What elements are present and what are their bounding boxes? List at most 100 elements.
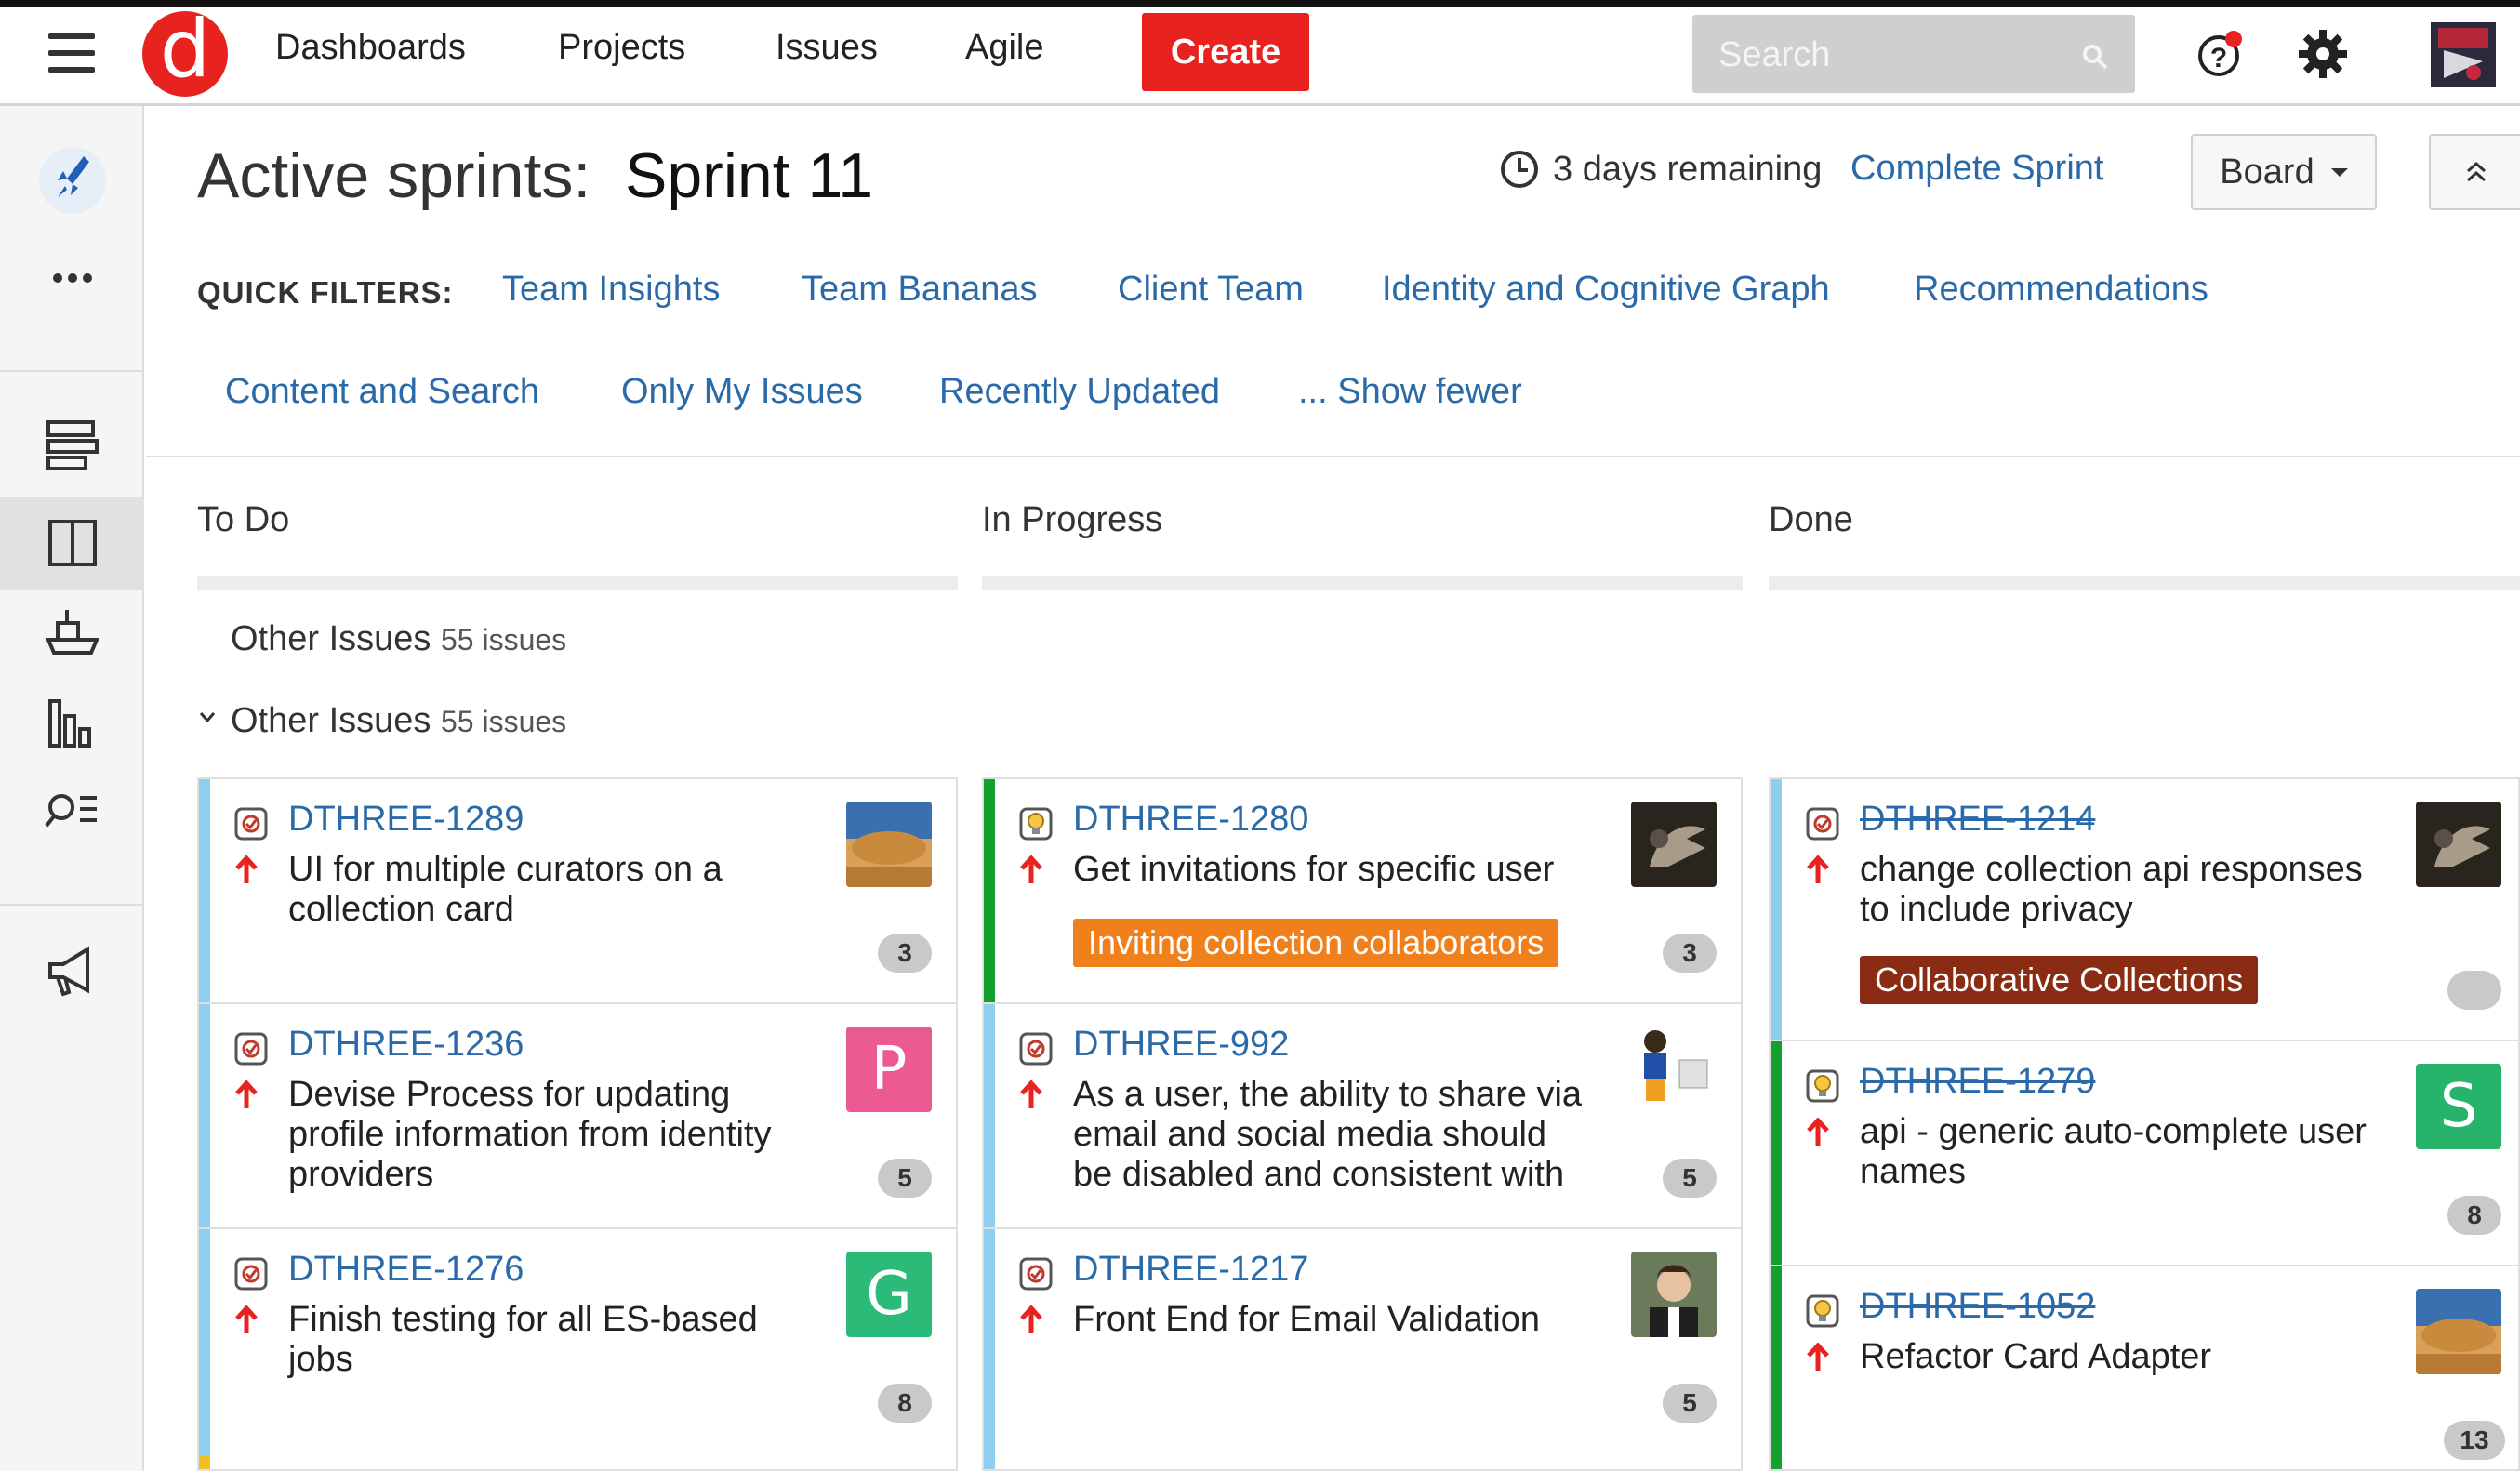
swimlane-name: Other Issues: [231, 701, 431, 740]
story-points-badge: 8: [2447, 1196, 2501, 1235]
issue-card[interactable]: DTHREE-1052 Refactor Card Adapter 13: [1769, 1265, 2520, 1471]
issue-key[interactable]: DTHREE-1279: [1860, 1062, 2095, 1102]
issue-key[interactable]: DTHREE-1052: [1860, 1287, 2095, 1327]
issue-card[interactable]: DTHREE-1217 Front End for Email Validati…: [982, 1227, 1743, 1471]
issue-card[interactable]: DTHREE-1279 api - generic auto-complete …: [1769, 1040, 2520, 1266]
board-icon[interactable]: [35, 510, 110, 576]
sprint-name: Sprint 11: [625, 140, 874, 211]
story-points-badge: 8: [878, 1384, 932, 1423]
epic-label[interactable]: Collaborative Collections: [1860, 956, 2259, 1004]
rocket-icon[interactable]: [35, 143, 110, 218]
chevron-down-icon[interactable]: [197, 707, 218, 727]
issue-key[interactable]: DTHREE-1280: [1073, 800, 1308, 840]
top-navigation-bar: d Dashboards Projects Issues Agile Creat…: [0, 7, 2520, 106]
quick-filter-content-search[interactable]: Content and Search: [225, 372, 539, 412]
issue-card[interactable]: DTHREE-1236 Devise Process for updating p…: [197, 1002, 958, 1229]
improvement-icon: [1806, 1069, 1839, 1103]
card-color-flag: [199, 1004, 210, 1227]
nav-issues[interactable]: Issues: [776, 28, 878, 68]
issues-search-icon[interactable]: [35, 777, 110, 842]
remaining-text: 3 days remaining: [1553, 149, 1823, 189]
quick-filter-recommendations[interactable]: Recommendations: [1914, 270, 2208, 310]
card-color-flag: [1771, 1041, 1782, 1265]
issue-card[interactable]: DTHREE-1289 UI for multiple curators on …: [197, 777, 958, 1004]
user-avatar[interactable]: [2431, 22, 2496, 87]
issue-key[interactable]: DTHREE-1236: [288, 1025, 524, 1065]
card-color-flag: [199, 1229, 210, 1469]
assignee-avatar: S: [2416, 1064, 2501, 1149]
story-points-badge: 5: [1663, 1384, 1717, 1423]
card-color-flag: [984, 779, 995, 1002]
issue-card[interactable]: DTHREE-1214 change collection api respon…: [1769, 777, 2520, 1041]
search-icon[interactable]: [2081, 43, 2109, 71]
backlog-icon[interactable]: [35, 413, 110, 478]
nav-projects[interactable]: Projects: [558, 28, 685, 68]
story-icon: [234, 1032, 268, 1066]
sidebar-divider: [0, 904, 144, 906]
column-header-done: Done: [1769, 500, 1853, 539]
search-input[interactable]: [1692, 15, 2092, 95]
improvement-icon: [1019, 807, 1053, 841]
issue-key[interactable]: DTHREE-1289: [288, 800, 524, 840]
issue-key[interactable]: DTHREE-1214: [1860, 800, 2095, 840]
quick-filter-client-team[interactable]: Client Team: [1118, 270, 1304, 310]
priority-up-icon: [1807, 855, 1829, 883]
issue-key[interactable]: DTHREE-1276: [288, 1250, 524, 1290]
issue-summary: Devise Process for updating profile infor…: [288, 1075, 772, 1194]
help-icon[interactable]: ?: [2196, 30, 2245, 78]
releases-icon[interactable]: [35, 599, 110, 664]
next-card-flag: [199, 1456, 210, 1469]
menu-icon[interactable]: [48, 33, 95, 74]
issue-summary: As a user, the ability to share via email…: [1073, 1075, 1583, 1194]
left-sidebar: [0, 106, 144, 1471]
priority-up-icon: [1020, 855, 1042, 883]
sidebar-divider: [0, 370, 144, 372]
quick-filter-team-insights[interactable]: Team Insights: [502, 270, 720, 310]
issue-key[interactable]: DTHREE-1217: [1073, 1250, 1308, 1290]
issue-summary: change collection api responses to includ…: [1860, 850, 2363, 929]
board-dropdown-button[interactable]: Board: [2191, 134, 2377, 210]
swimlane-header[interactable]: Other Issues 55 issues: [231, 701, 566, 741]
swimlane-name: Other Issues: [231, 619, 431, 658]
epic-label[interactable]: Inviting collection collaborators: [1073, 919, 1559, 967]
quick-filter-identity-cognitive-graph[interactable]: Identity and Cognitive Graph: [1382, 270, 1830, 310]
board-label: Board: [2220, 152, 2314, 192]
story-points-badge: 3: [878, 934, 932, 973]
story-points-badge: 5: [1663, 1159, 1717, 1198]
issue-card[interactable]: DTHREE-1280 Get invitations for specific…: [982, 777, 1743, 1004]
issue-summary: Finish testing for all ES-based jobs: [288, 1300, 758, 1379]
priority-up-icon: [1020, 1305, 1042, 1333]
create-button[interactable]: Create: [1142, 13, 1309, 91]
app-logo[interactable]: d: [142, 9, 228, 97]
assignee-avatar: [1631, 1023, 1717, 1108]
story-points-badge: [2447, 971, 2501, 1010]
gear-icon[interactable]: [2297, 28, 2349, 80]
search-box: [1692, 15, 2135, 95]
issue-key[interactable]: DTHREE-992: [1073, 1025, 1289, 1065]
double-chevron-up-icon: [2467, 161, 2486, 182]
nav-dashboards[interactable]: Dashboards: [275, 28, 466, 68]
nav-agile[interactable]: Agile: [965, 28, 1044, 68]
story-icon: [234, 1257, 268, 1291]
reports-icon[interactable]: [35, 690, 110, 755]
issue-card[interactable]: DTHREE-1276 Finish testing for all ES-ba…: [197, 1227, 958, 1471]
collapse-header-button[interactable]: [2429, 134, 2520, 210]
swimlane-header[interactable]: Other Issues 55 issues: [231, 619, 566, 659]
sprint-remaining: 3 days remaining: [1499, 149, 1822, 190]
complete-sprint-link[interactable]: Complete Sprint: [1850, 149, 2103, 189]
story-points-badge: 3: [1663, 934, 1717, 973]
card-color-flag: [199, 779, 210, 1002]
more-icon[interactable]: [35, 264, 110, 292]
announce-icon[interactable]: [35, 938, 110, 1003]
page-title-prefix: Active sprints:: [197, 140, 591, 211]
assignee-avatar: [846, 802, 932, 887]
issue-card[interactable]: DTHREE-992 As a user, the ability to sha…: [982, 1002, 1743, 1229]
clock-icon: [1501, 151, 1538, 188]
swimlane-count: 55 issues: [440, 705, 567, 738]
quick-filter-team-bananas[interactable]: Team Bananas: [802, 270, 1038, 310]
assignee-avatar: P: [846, 1027, 932, 1112]
quick-filter-only-my-issues[interactable]: Only My Issues: [621, 372, 863, 412]
show-fewer-link[interactable]: ... Show fewer: [1298, 372, 1522, 412]
quick-filter-recently-updated[interactable]: Recently Updated: [939, 372, 1220, 412]
priority-up-icon: [235, 855, 258, 883]
